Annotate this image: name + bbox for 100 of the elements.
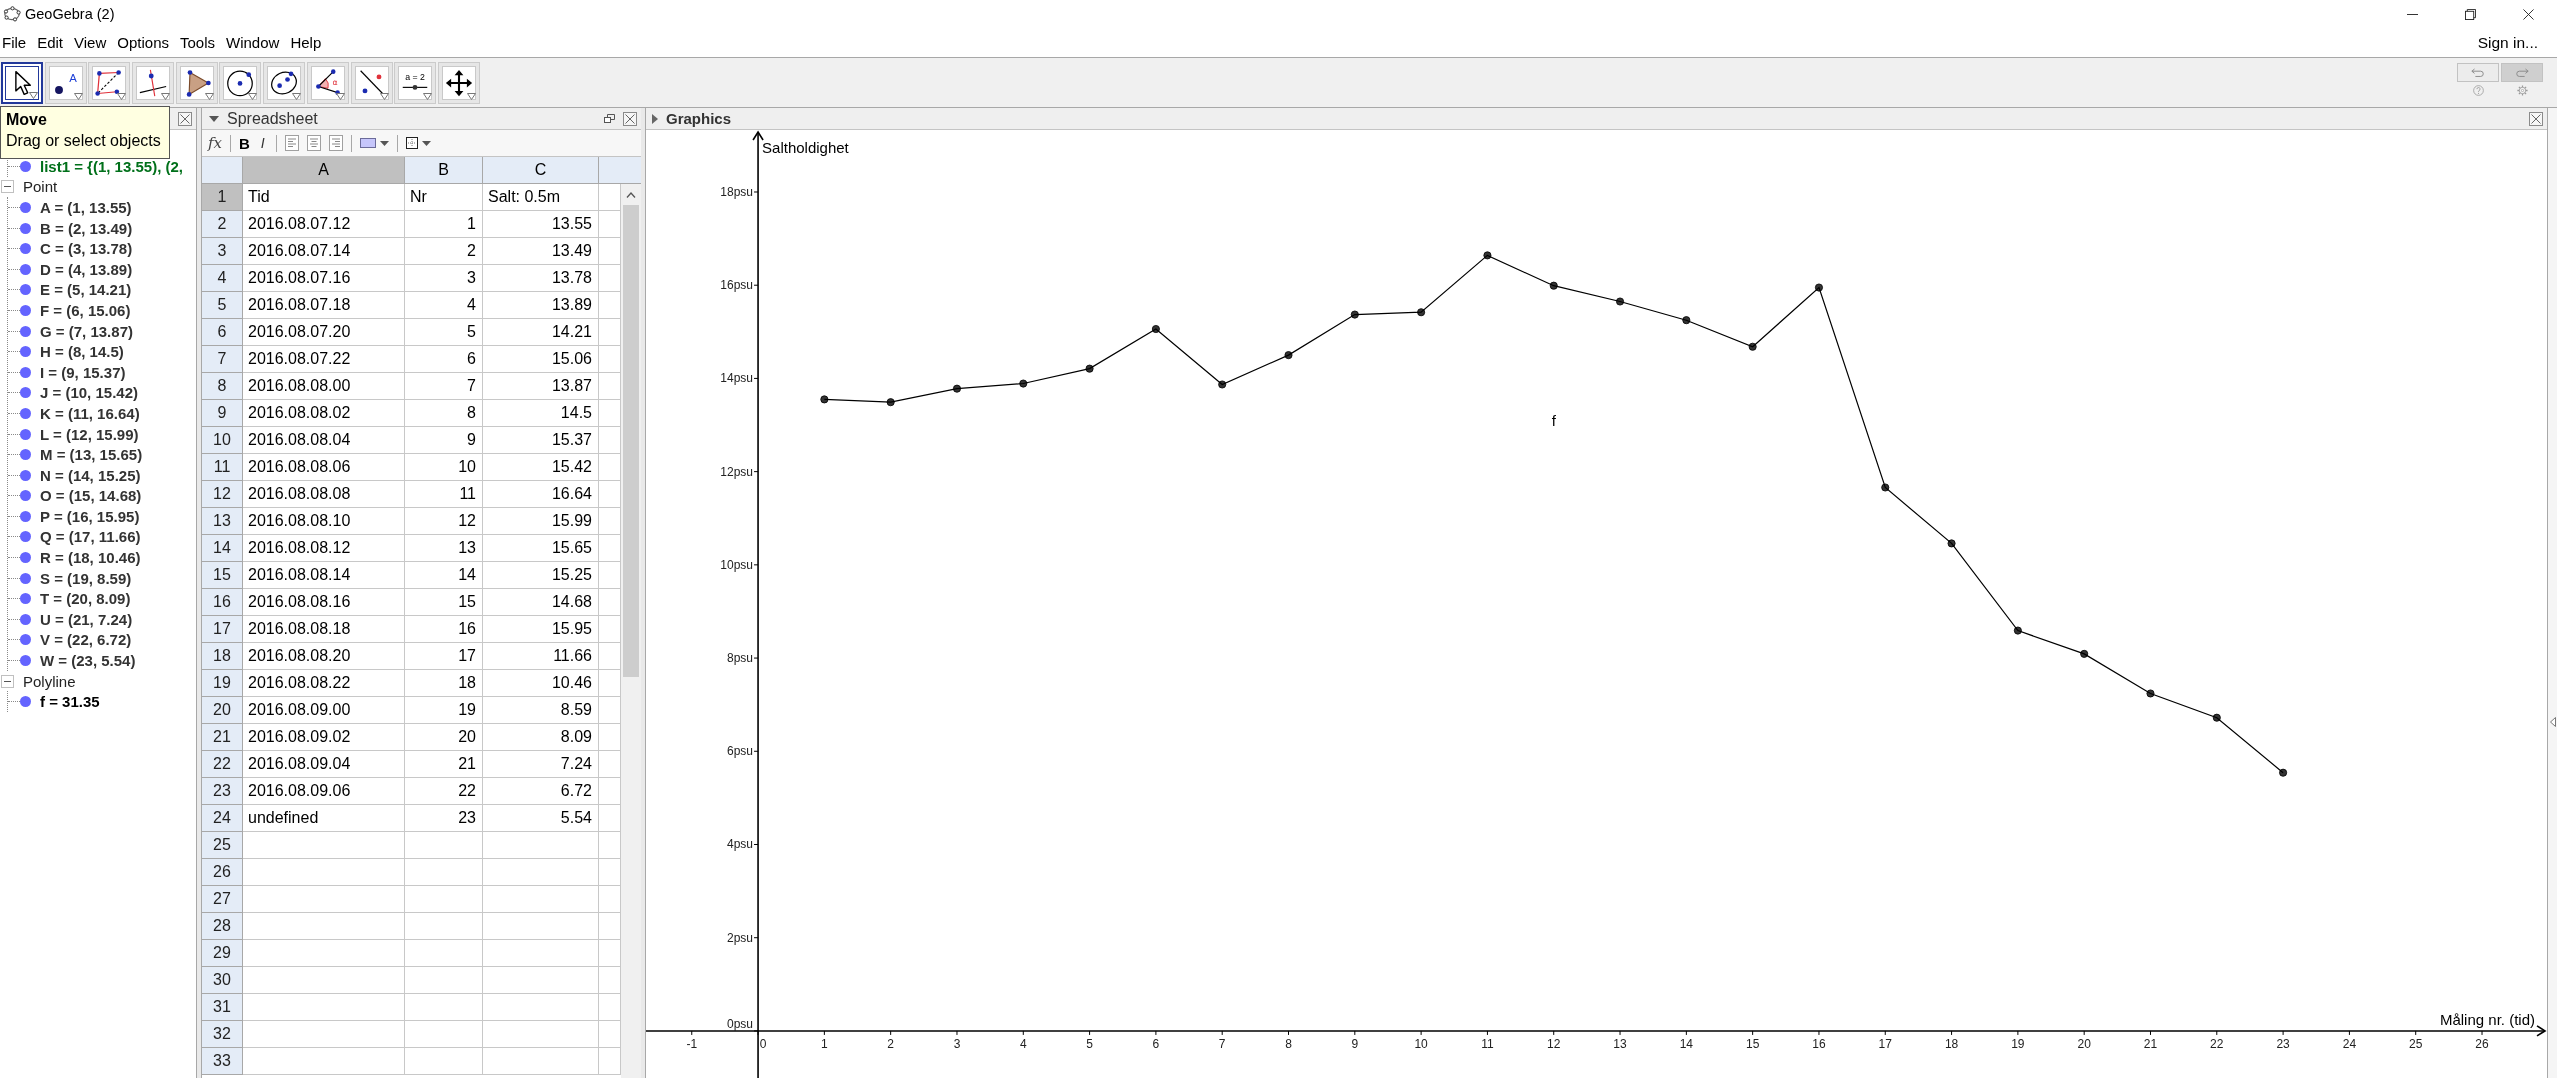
- algebra-entry[interactable]: C = (3, 13.78): [40, 240, 133, 258]
- spreadsheet-cell[interactable]: 3: [405, 265, 483, 292]
- dot-icon[interactable]: [20, 469, 31, 481]
- border-icon[interactable]: [405, 137, 418, 149]
- color-swatch-icon[interactable]: [359, 138, 376, 148]
- point-tool-button[interactable]: A: [44, 62, 87, 104]
- dot-icon[interactable]: [20, 304, 31, 316]
- dot-icon[interactable]: [20, 387, 31, 399]
- spreadsheet-cell[interactable]: undefined: [243, 805, 405, 832]
- scroll-up-icon[interactable]: [626, 191, 636, 198]
- row-header[interactable]: 17: [202, 616, 243, 643]
- row-header[interactable]: 30: [202, 967, 243, 994]
- bold-button[interactable]: B: [239, 134, 250, 152]
- scrollbar[interactable]: [621, 184, 641, 1078]
- algebra-entry[interactable]: J = (10, 15.42): [40, 384, 138, 402]
- spreadsheet-cell[interactable]: 2016.08.08.22: [243, 670, 405, 697]
- algebra-entry[interactable]: K = (11, 16.64): [40, 404, 140, 422]
- dot-icon[interactable]: [20, 284, 31, 296]
- spreadsheet-cell[interactable]: 23: [405, 805, 483, 832]
- spreadsheet-cell[interactable]: [243, 886, 405, 913]
- spreadsheet-cell[interactable]: [405, 967, 483, 994]
- spreadsheet-cell[interactable]: Tid: [243, 184, 405, 211]
- algebra-entry[interactable]: N = (14, 15.25): [40, 466, 141, 484]
- menu-item[interactable]: Tools: [180, 34, 215, 51]
- perpendicular-tool-button[interactable]: [132, 62, 175, 104]
- dot-icon[interactable]: [20, 572, 31, 584]
- spreadsheet-cell[interactable]: 15.95: [483, 616, 599, 643]
- row-header[interactable]: 16: [202, 589, 243, 616]
- row-header[interactable]: 13: [202, 508, 243, 535]
- dot-icon[interactable]: [20, 428, 31, 440]
- dot-icon[interactable]: [20, 696, 31, 708]
- close-icon[interactable]: [2529, 111, 2543, 126]
- spreadsheet-cell[interactable]: [405, 913, 483, 940]
- spreadsheet-cell[interactable]: 2016.08.08.20: [243, 643, 405, 670]
- spreadsheet-cell[interactable]: 2016.08.07.12: [243, 211, 405, 238]
- spreadsheet-cell[interactable]: 11: [405, 481, 483, 508]
- spreadsheet-cell[interactable]: [243, 832, 405, 859]
- spreadsheet-cell[interactable]: 2016.08.08.16: [243, 589, 405, 616]
- spreadsheet-cell[interactable]: 16: [405, 616, 483, 643]
- spreadsheet-cell[interactable]: 13: [405, 535, 483, 562]
- spreadsheet-cell[interactable]: 2016.08.07.14: [243, 238, 405, 265]
- scrollbar-thumb[interactable]: [623, 205, 639, 677]
- spreadsheet-cell[interactable]: 5: [405, 319, 483, 346]
- close-icon[interactable]: [623, 111, 637, 126]
- spreadsheet-cell[interactable]: 17: [405, 643, 483, 670]
- spreadsheet-cell[interactable]: [483, 886, 599, 913]
- algebra-entry[interactable]: L = (12, 15.99): [40, 425, 139, 443]
- spreadsheet-cell[interactable]: 2016.08.07.22: [243, 346, 405, 373]
- dot-icon[interactable]: [20, 634, 31, 646]
- dot-icon[interactable]: [20, 613, 31, 625]
- spreadsheet-cell[interactable]: [405, 1021, 483, 1048]
- spreadsheet-cell[interactable]: 14: [405, 562, 483, 589]
- align-right-icon[interactable]: [328, 135, 343, 151]
- spreadsheet-cell[interactable]: 2016.08.08.04: [243, 427, 405, 454]
- row-header[interactable]: 25: [202, 832, 243, 859]
- ellipse-tool-button[interactable]: [263, 62, 306, 104]
- spreadsheet-cell[interactable]: 2016.08.07.20: [243, 319, 405, 346]
- restore-icon[interactable]: [2464, 8, 2476, 20]
- collapse-triangle-icon[interactable]: [209, 115, 219, 122]
- align-left-icon[interactable]: [284, 135, 299, 151]
- spreadsheet-cell[interactable]: 6: [405, 346, 483, 373]
- polygon-tool-button[interactable]: [175, 62, 218, 104]
- close-icon[interactable]: [2522, 8, 2534, 20]
- left-triangle-icon[interactable]: [2549, 717, 2556, 727]
- close-icon[interactable]: [178, 111, 192, 126]
- spreadsheet-cell[interactable]: [243, 913, 405, 940]
- column-header[interactable]: C: [483, 157, 599, 183]
- spreadsheet-cell[interactable]: 13.55: [483, 211, 599, 238]
- spreadsheet-cell[interactable]: 8.59: [483, 697, 599, 724]
- row-header[interactable]: 21: [202, 724, 243, 751]
- algebra-entry[interactable]: A = (1, 13.55): [40, 199, 132, 216]
- menu-item[interactable]: Edit: [37, 34, 64, 51]
- spreadsheet-cell[interactable]: 15.25: [483, 562, 599, 589]
- algebra-entry[interactable]: R = (18, 10.46): [40, 549, 141, 567]
- column-header[interactable]: A: [243, 157, 405, 183]
- spreadsheet-cell[interactable]: 15: [405, 589, 483, 616]
- spreadsheet-cell[interactable]: 7: [405, 373, 483, 400]
- undo-button[interactable]: [2457, 63, 2499, 82]
- column-header[interactable]: B: [405, 157, 483, 183]
- algebra-entry[interactable]: W = (23, 5.54): [40, 652, 136, 670]
- algebra-entry[interactable]: V = (22, 6.72): [40, 631, 132, 649]
- row-header[interactable]: 22: [202, 751, 243, 778]
- row-header[interactable]: 14: [202, 535, 243, 562]
- spreadsheet-cell[interactable]: [405, 832, 483, 859]
- move-tool-button[interactable]: [1, 62, 43, 104]
- help-icon[interactable]: [2472, 85, 2484, 96]
- row-header[interactable]: 31: [202, 994, 243, 1021]
- spreadsheet-cell[interactable]: 18: [405, 670, 483, 697]
- settings-icon[interactable]: [2516, 85, 2528, 96]
- row-header[interactable]: 20: [202, 697, 243, 724]
- algebra-entry[interactable]: D = (4, 13.89): [40, 260, 133, 278]
- dot-icon[interactable]: [20, 263, 31, 275]
- spreadsheet-cell[interactable]: 11.66: [483, 643, 599, 670]
- spreadsheet-cell[interactable]: 4: [405, 292, 483, 319]
- polyline-tool-button[interactable]: [88, 62, 131, 104]
- dot-icon[interactable]: [20, 510, 31, 522]
- spreadsheet-cell[interactable]: [405, 994, 483, 1021]
- spreadsheet-cell[interactable]: 20: [405, 724, 483, 751]
- algebra-entry[interactable]: list1 = {(1, 13.55), (2,: [40, 157, 183, 175]
- spreadsheet-cell[interactable]: 12: [405, 508, 483, 535]
